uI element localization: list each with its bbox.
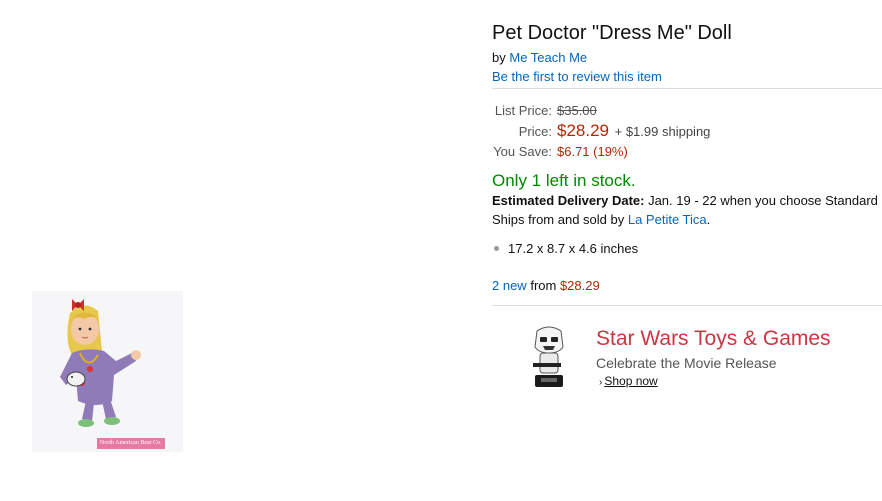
- ships-from: Ships from and sold by La Petite Tica.: [492, 212, 710, 227]
- price-label: Price:: [518, 124, 552, 139]
- seller-link[interactable]: La Petite Tica: [628, 212, 707, 227]
- bullet-icon: [494, 246, 499, 252]
- shipping-text: + $1.99 shipping: [614, 124, 711, 139]
- by-prefix: by: [492, 50, 506, 65]
- ships-suffix: .: [706, 212, 711, 227]
- review-link[interactable]: Be the first to review this item: [492, 69, 662, 84]
- divider: [492, 88, 882, 89]
- byline: by Me Teach Me: [492, 50, 587, 65]
- list-price-value: $35.00: [557, 103, 597, 118]
- product-image[interactable]: North American Bear Co.: [32, 291, 183, 452]
- savings-row: You Save: $6.71 (19%): [492, 144, 628, 159]
- divider: [492, 305, 882, 306]
- feature-text: 17.2 x 8.7 x 4.6 inches: [508, 241, 639, 256]
- stock-status: Only 1 left in stock.: [492, 171, 636, 190]
- feature-bullet: 17.2 x 8.7 x 4.6 inches: [492, 241, 638, 256]
- offers-row: 2 new from $28.29: [492, 278, 600, 293]
- ad-subtitle: Celebrate the Movie Release: [596, 355, 777, 371]
- brand-link[interactable]: Me Teach Me: [509, 50, 587, 65]
- product-title: Pet Doctor "Dress Me" Doll: [492, 22, 732, 44]
- doll-illustration: [60, 299, 141, 427]
- image-watermark-label: North American Bear Co.: [97, 438, 165, 449]
- price-value: $28.29: [557, 121, 609, 140]
- list-price-label: List Price:: [494, 103, 552, 118]
- savings-value: $6.71 (19%): [557, 144, 628, 159]
- list-price-row: List Price: $35.00: [492, 103, 597, 118]
- ad-title[interactable]: Star Wars Toys & Games: [596, 327, 831, 351]
- delivery-text: Jan. 19 - 22 when you choose Standard: [648, 193, 878, 208]
- delivery-estimate: Estimated Delivery Date: Jan. 19 - 22 wh…: [492, 193, 878, 208]
- offers-from-price: $28.29: [559, 278, 600, 293]
- shop-now-label: Shop now: [604, 374, 658, 388]
- stormtrooper-icon: [533, 326, 564, 387]
- new-offers-link[interactable]: 2 new: [492, 278, 527, 293]
- delivery-label: Estimated Delivery Date:: [492, 193, 645, 208]
- ships-prefix: Ships from and sold by: [492, 212, 625, 227]
- shop-now-link[interactable]: › Shop now: [599, 374, 658, 388]
- price-row: Price: $28.29 + $1.99 shipping: [492, 121, 711, 141]
- savings-label: You Save:: [493, 144, 552, 159]
- star-wars-ad[interactable]: Star Wars Toys & Games Celebrate the Mov…: [529, 325, 859, 395]
- offers-from-text: from: [530, 278, 557, 293]
- chevron-right-icon: ›: [599, 377, 603, 388]
